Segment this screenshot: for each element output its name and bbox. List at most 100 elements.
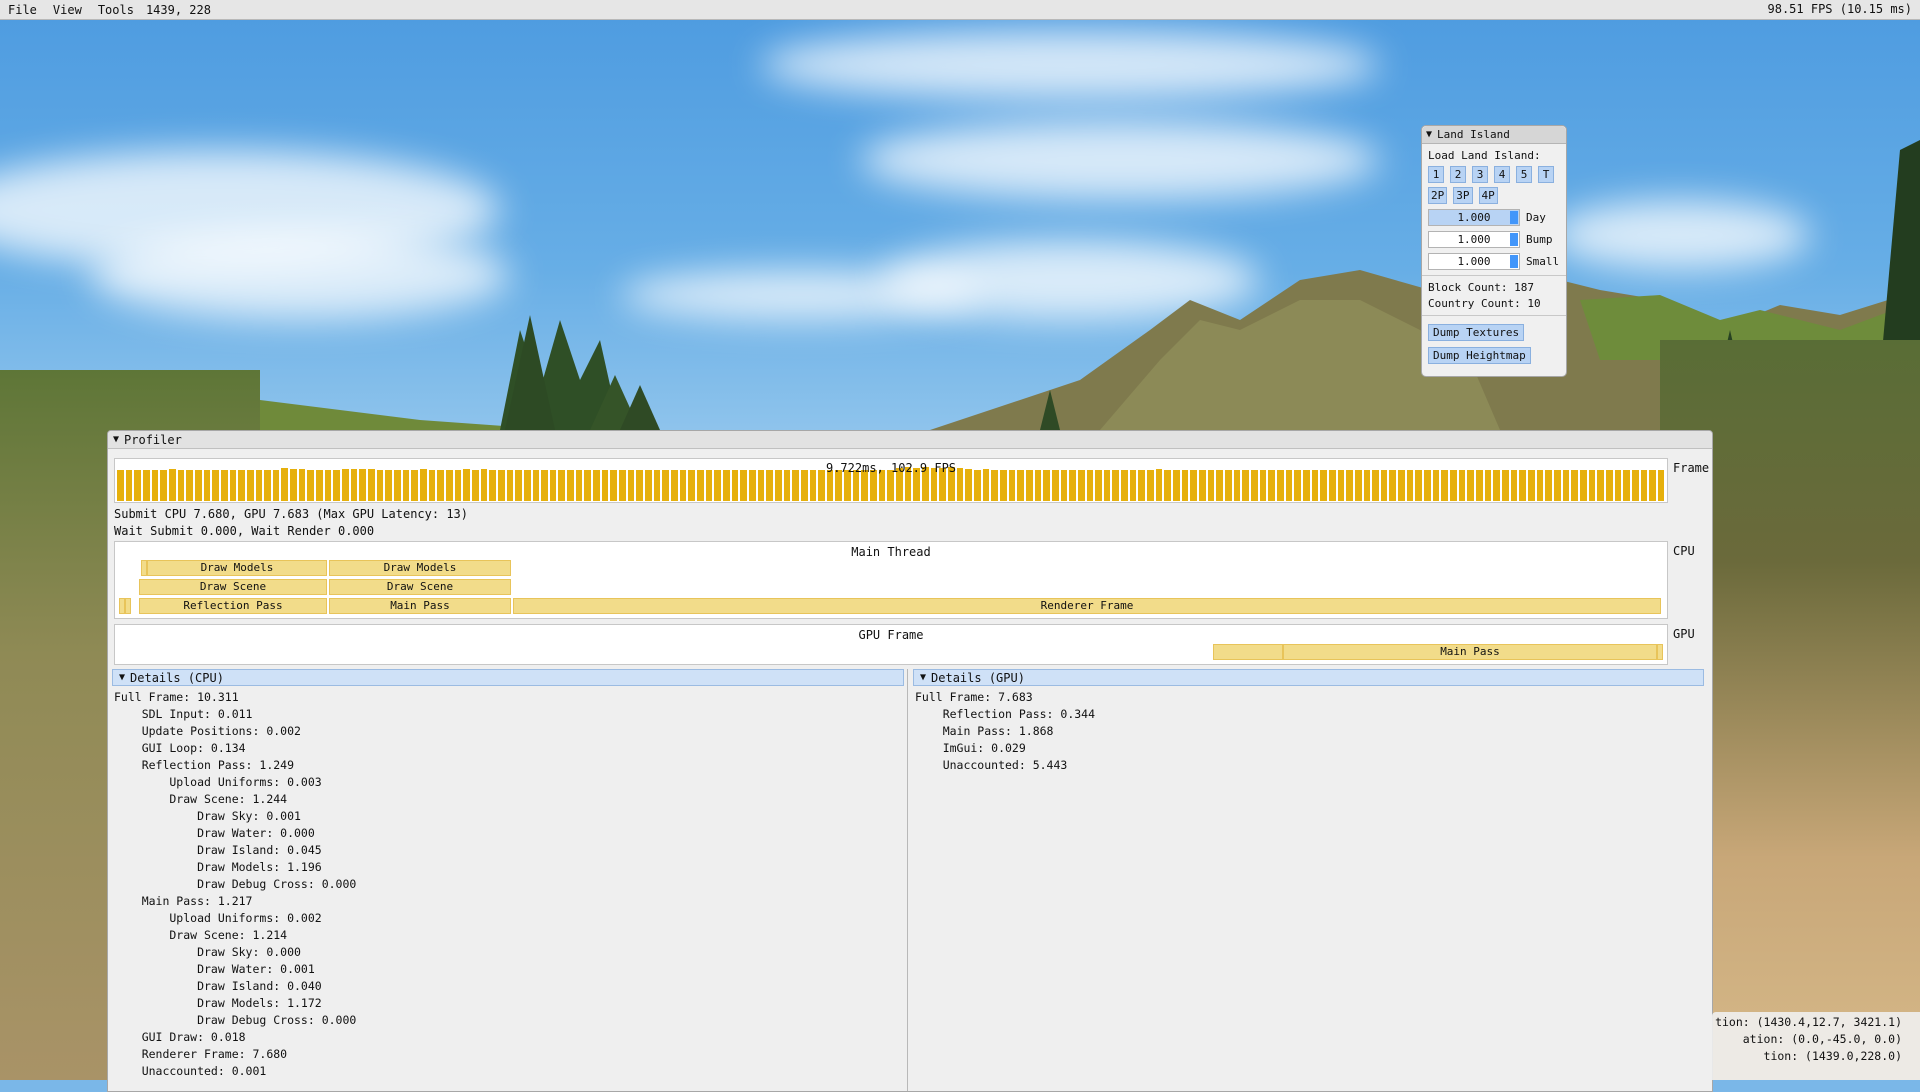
small-slider-label: Small [1526, 255, 1560, 268]
profiler-title: Profiler [124, 432, 182, 447]
histogram-label: 9.722ms, 102.9 FPS [825, 461, 957, 475]
slider-grab-handle[interactable] [1510, 211, 1518, 224]
cpu-detail-line: Full Frame: 10.311 [114, 690, 239, 704]
slider-day: 1.000 Day [1428, 209, 1560, 226]
block-count: Block Count: 187 [1428, 281, 1534, 294]
cpu-detail-line: Draw Models: 1.172 [114, 996, 322, 1010]
slider-small: 1.000 Small [1428, 253, 1560, 270]
dump-textures-button[interactable]: Dump Textures [1428, 324, 1525, 341]
separator [1422, 315, 1566, 316]
block-draw-scene-2[interactable]: Draw Scene [329, 579, 511, 595]
bump-slider[interactable]: 1.000 [1428, 231, 1520, 248]
cpu-detail-line: Draw Island: 0.045 [114, 843, 322, 857]
slider-grab-handle[interactable] [1510, 255, 1518, 268]
day-slider[interactable]: 1.000 [1428, 209, 1520, 226]
gpu-detail-line: Reflection Pass: 0.344 [915, 707, 1096, 721]
fps-readout: 98.51 FPS (10.15 ms) [1767, 2, 1913, 16]
load-pack-button-4p[interactable]: 4P [1478, 187, 1498, 204]
load-island-button-5[interactable]: 5 [1516, 166, 1532, 183]
load-island-button-2[interactable]: 2 [1450, 166, 1466, 183]
collapse-triangle-icon[interactable]: ▼ [119, 672, 125, 683]
camera-info-overlay: tion: (1430.4,12.7, 3421.1) ation: (0.0,-… [1712, 1012, 1920, 1080]
cpu-detail-line: Draw Models: 1.196 [114, 860, 322, 874]
cpu-detail-line: Draw Water: 0.000 [114, 826, 315, 840]
gpu-frame-label: GPU Frame [858, 628, 924, 642]
cpu-detail-line: Upload Uniforms: 0.002 [114, 911, 322, 925]
small-slider-value: 1.000 [1457, 255, 1491, 268]
block-draw-models-1[interactable]: Draw Models [147, 560, 327, 576]
block-draw-models-2[interactable]: Draw Models [329, 560, 511, 576]
cpu-detail-line: Draw Island: 0.040 [114, 979, 322, 993]
collapse-triangle-icon[interactable]: ▼ [113, 434, 119, 445]
camera-info-line: tion: (1430.4,12.7, 3421.1) [1715, 1015, 1902, 1029]
cpu-detail-line: Draw Sky: 0.001 [114, 809, 301, 823]
load-pack-button-2p[interactable]: 2P [1428, 187, 1448, 204]
details-cpu-list: Full Frame: 10.311 SDL Input: 0.011 Upda… [114, 689, 356, 1080]
profile-block[interactable] [1657, 644, 1663, 660]
cpu-detail-line: Draw Scene: 1.244 [114, 792, 288, 806]
cpu-timeline[interactable]: Main Thread Draw Models Draw Models Draw… [114, 541, 1668, 619]
gpu-label: GPU [1673, 627, 1695, 641]
details-cpu-title: Details (CPU) [130, 670, 224, 685]
block-draw-scene-1[interactable]: Draw Scene [139, 579, 327, 595]
cpu-detail-line: Draw Sky: 0.000 [114, 945, 301, 959]
land-island-window: ▼ Land Island Load Land Island: 12345T 2… [1421, 125, 1567, 377]
load-island-button-4[interactable]: 4 [1494, 166, 1510, 183]
block-main-pass[interactable]: Main Pass [329, 598, 511, 614]
profile-block[interactable] [125, 598, 131, 614]
frame-label: Frame [1673, 461, 1710, 475]
separator [1422, 275, 1566, 276]
cpu-detail-line: Renderer Frame: 7.680 [114, 1047, 288, 1061]
block-reflection-pass[interactable]: Reflection Pass [139, 598, 327, 614]
slider-grab-handle[interactable] [1510, 233, 1518, 246]
day-slider-value: 1.000 [1457, 211, 1491, 224]
pack-button-row: 2P 3P 4P [1428, 187, 1560, 204]
collapse-triangle-icon[interactable]: ▼ [1426, 129, 1432, 140]
gpu-detail-line: Main Pass: 1.868 [915, 724, 1054, 738]
load-island-button-1[interactable]: 1 [1428, 166, 1444, 183]
bump-slider-value: 1.000 [1457, 233, 1491, 246]
details-gpu-title: Details (GPU) [931, 670, 1025, 685]
cpu-detail-line: GUI Loop: 0.134 [114, 741, 246, 755]
cpu-detail-line: Update Positions: 0.002 [114, 724, 301, 738]
cpu-detail-line: Main Pass: 1.217 [114, 894, 253, 908]
gpu-detail-line: ImGui: 0.029 [915, 741, 1026, 755]
dump-heightmap-button[interactable]: Dump Heightmap [1428, 347, 1531, 364]
country-count: Country Count: 10 [1428, 297, 1541, 310]
details-gpu-header[interactable]: ▼ Details (GPU) [913, 669, 1704, 686]
menu-file[interactable]: File [0, 3, 45, 17]
main-thread-label: Main Thread [851, 545, 931, 559]
cpu-detail-line: Draw Scene: 1.214 [114, 928, 288, 942]
small-slider[interactable]: 1.000 [1428, 253, 1520, 270]
load-pack-button-3p[interactable]: 3P [1453, 187, 1473, 204]
load-island-button-t[interactable]: T [1538, 166, 1554, 183]
details-splitter[interactable] [907, 669, 908, 1091]
land-island-title: Land Island [1437, 128, 1510, 141]
gpu-timeline[interactable]: GPU Frame Main Pass [114, 624, 1668, 665]
gpu-block-reflection[interactable] [1213, 644, 1283, 660]
menu-view[interactable]: View [45, 3, 90, 17]
camera-info-line: ation: (0.0,-45.0, 0.0) [1742, 1032, 1902, 1046]
load-island-button-3[interactable]: 3 [1472, 166, 1488, 183]
frame-time-histogram[interactable]: 9.722ms, 102.9 FPS [114, 458, 1668, 503]
cpu-detail-line: Unaccounted: 0.001 [114, 1064, 267, 1078]
cpu-detail-line: SDL Input: 0.011 [114, 707, 253, 721]
cpu-detail-line: Reflection Pass: 1.249 [114, 758, 295, 772]
profiler-title-bar[interactable]: ▼ Profiler [108, 431, 1712, 449]
submit-line: Submit CPU 7.680, GPU 7.683 (Max GPU Lat… [114, 507, 469, 521]
block-renderer-frame[interactable]: Renderer Frame [513, 598, 1661, 614]
land-island-title-bar[interactable]: ▼ Land Island [1422, 126, 1566, 144]
details-gpu-list: Full Frame: 7.683 Reflection Pass: 0.344… [915, 689, 1095, 774]
cpu-label: CPU [1673, 544, 1695, 558]
collapse-triangle-icon[interactable]: ▼ [920, 672, 926, 683]
cpu-detail-line: GUI Draw: 0.018 [114, 1030, 246, 1044]
cpu-detail-line: Draw Debug Cross: 0.000 [114, 1013, 357, 1027]
mouse-coords: 1439, 228 [145, 2, 211, 17]
menu-bar: File View Tools 1439, 228 98.51 FPS (10.… [0, 0, 1920, 20]
wait-line: Wait Submit 0.000, Wait Render 0.000 [114, 524, 375, 538]
details-cpu-header[interactable]: ▼ Details (CPU) [112, 669, 904, 686]
block-gpu-main-pass[interactable]: Main Pass [1283, 644, 1657, 660]
menu-tools[interactable]: Tools [90, 3, 142, 17]
gpu-detail-line: Full Frame: 7.683 [915, 690, 1033, 704]
island-button-row: 12345T [1428, 166, 1560, 183]
